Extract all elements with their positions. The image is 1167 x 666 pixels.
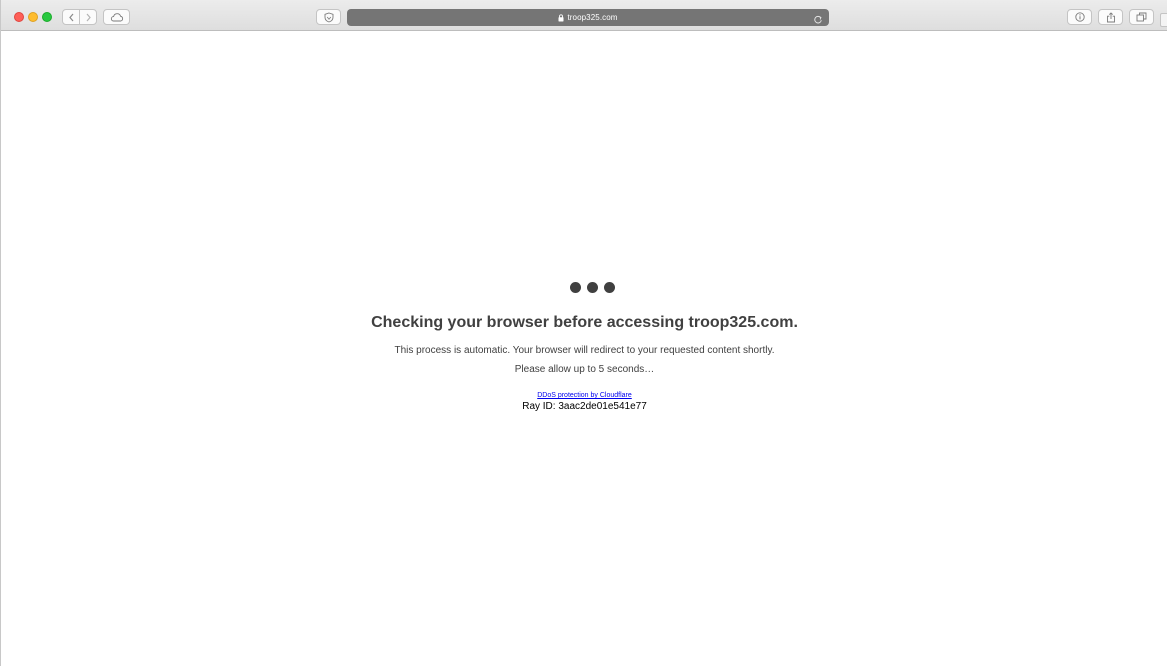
browser-window: troop325.com Checking your browser befor… <box>0 0 1167 666</box>
browser-toolbar: troop325.com <box>1 0 1167 31</box>
shield-icon <box>324 12 333 22</box>
cloudflare-protection-link[interactable]: DDoS protection by Cloudflare <box>537 392 632 399</box>
wait-message: Please allow up to 5 seconds… <box>514 364 655 375</box>
share-button[interactable] <box>1098 9 1123 25</box>
loading-dot <box>604 282 615 293</box>
reader-info-button[interactable] <box>1067 9 1092 25</box>
protection-link-container: DDoS protection by Cloudflare <box>1 392 1167 399</box>
forward-button[interactable] <box>80 10 96 24</box>
reload-icon <box>814 15 822 24</box>
loading-dot <box>570 282 581 293</box>
loading-dots <box>570 282 615 293</box>
share-icon <box>1106 11 1115 22</box>
cloud-icon <box>110 12 123 21</box>
automatic-process-message: This process is automatic. Your browser … <box>394 345 775 356</box>
loading-dot <box>587 282 598 293</box>
icloud-tabs-button[interactable] <box>103 9 130 25</box>
close-window-button[interactable] <box>14 12 24 22</box>
show-tabs-button[interactable] <box>1129 9 1154 25</box>
lock-icon <box>558 13 564 21</box>
url-text: troop325.com <box>567 13 618 22</box>
chevron-right-icon <box>86 13 91 21</box>
reload-button[interactable] <box>813 12 823 30</box>
page-title: Checking your browser before accessing t… <box>371 314 798 331</box>
tabs-icon <box>1136 12 1147 22</box>
minimize-window-button[interactable] <box>28 12 38 22</box>
privacy-report-button[interactable] <box>316 9 341 25</box>
zoom-window-button[interactable] <box>42 12 52 22</box>
navigation-buttons <box>62 9 97 25</box>
info-icon <box>1074 12 1085 22</box>
window-edge-tab <box>1160 13 1167 27</box>
page-content: Checking your browser before accessing t… <box>1 31 1167 666</box>
chevron-left-icon <box>68 13 73 21</box>
url-display: troop325.com <box>558 13 617 22</box>
address-bar[interactable]: troop325.com <box>347 9 829 26</box>
back-button[interactable] <box>63 10 80 24</box>
ray-id: Ray ID: 3aac2de01e541e77 <box>522 401 647 412</box>
